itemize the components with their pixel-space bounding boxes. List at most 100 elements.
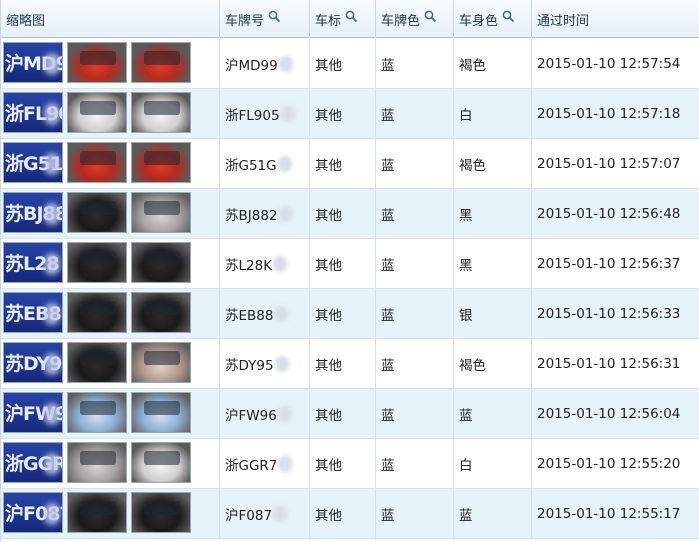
brand-cell: 其他	[310, 489, 376, 539]
vehicle-brand: 其他	[315, 58, 342, 74]
vehicle-thumbnail-full[interactable]	[131, 492, 191, 533]
plate-color: 蓝	[381, 358, 395, 374]
vehicle-thumbnail-front[interactable]	[67, 442, 127, 483]
table-row[interactable]: 沪MD9 沪MD99 其他 蓝 褐色 2015-01-10 12:57:54	[1, 39, 699, 89]
body-color-cell: 黑	[454, 239, 532, 289]
vehicle-thumbnail-front[interactable]	[67, 342, 127, 383]
col-header-body-color-label: 车身色	[459, 13, 499, 29]
pass-time-cell: 2015-01-10 12:56:31	[532, 339, 699, 389]
privacy-blur	[277, 406, 292, 422]
vehicle-thumbnail-front[interactable]	[67, 242, 127, 283]
col-header-brand-label: 车标	[315, 13, 342, 29]
vehicle-thumbnail-full[interactable]	[131, 442, 191, 483]
body-color: 蓝	[459, 508, 473, 524]
col-header-plate-color[interactable]: 车牌色	[376, 0, 454, 38]
vehicle-thumbnail-full[interactable]	[131, 342, 191, 383]
thumbnail-cell: 沪FW9	[1, 389, 220, 439]
plate-thumbnail[interactable]: 苏L28	[3, 242, 63, 283]
table-row[interactable]: 沪FW9 沪FW96 其他 蓝 蓝 2015-01-10 12:56:04	[1, 389, 699, 439]
thumbnail-cell: 苏EB88	[1, 289, 220, 339]
vehicle-thumbnail-front[interactable]	[67, 92, 127, 133]
vehicle-thumbnail-front[interactable]	[67, 492, 127, 533]
plate-cell: 沪MD99	[220, 39, 310, 89]
col-header-plate[interactable]: 车牌号	[220, 0, 310, 38]
brand-cell: 其他	[310, 89, 376, 139]
privacy-blur	[274, 356, 289, 372]
vehicle-thumbnail-full[interactable]	[131, 142, 191, 183]
plate-thumbnail[interactable]: 苏DY9	[3, 342, 63, 383]
col-header-body-color[interactable]: 车身色	[454, 0, 532, 38]
vehicle-thumbnail-front[interactable]	[67, 142, 127, 183]
thumbnail-cell: 苏DY9	[1, 339, 220, 389]
plate-number: 沪FW96	[225, 408, 277, 424]
vehicle-thumbnail-full[interactable]	[131, 242, 191, 283]
vehicle-thumbnail-full[interactable]	[131, 392, 191, 433]
magnifier-icon[interactable]	[502, 10, 515, 23]
plate-thumbnail[interactable]: 沪F087	[3, 492, 63, 533]
body-color: 白	[459, 108, 473, 124]
table-row[interactable]: 浙G51 浙G51G 其他 蓝 褐色 2015-01-10 12:57:07	[1, 139, 699, 189]
body-color-cell: 白	[454, 439, 532, 489]
vehicle-thumbnail-front[interactable]	[67, 42, 127, 83]
col-header-brand[interactable]: 车标	[310, 0, 376, 38]
col-header-pass-time[interactable]: 通过时间	[532, 0, 699, 38]
plate-thumbnail[interactable]: 浙FL90	[3, 92, 63, 133]
vehicle-thumbnail-full[interactable]	[131, 292, 191, 333]
table-row[interactable]: 苏BJ88 苏BJ882 其他 蓝 黑 2015-01-10 12:56:48	[1, 189, 699, 239]
vehicle-brand: 其他	[315, 408, 342, 424]
table-row[interactable]: 浙GGR 浙GGR7 其他 蓝 白 2015-01-10 12:55:20	[1, 439, 699, 489]
body-color: 褐色	[459, 58, 486, 74]
body-color: 白	[459, 458, 473, 474]
vehicle-thumbnail-front[interactable]	[67, 392, 127, 433]
plate-thumbnail[interactable]: 苏BJ88	[3, 192, 63, 233]
vehicle-thumbnail-full[interactable]	[131, 42, 191, 83]
pass-time-cell: 2015-01-10 12:56:04	[532, 389, 699, 439]
vehicle-thumbnail-full[interactable]	[131, 92, 191, 133]
pass-time-cell: 2015-01-10 12:57:18	[532, 89, 699, 139]
pass-time: 2015-01-10 12:56:37	[537, 256, 681, 272]
body-color-cell: 褐色	[454, 139, 532, 189]
col-header-thumbnail[interactable]: 缩略图	[1, 0, 220, 38]
vehicle-thumbnail-front[interactable]	[67, 292, 127, 333]
privacy-blur	[278, 56, 293, 72]
plate-color: 蓝	[381, 108, 395, 124]
vehicle-thumbnail-front[interactable]	[67, 192, 127, 233]
plate-thumbnail[interactable]: 苏EB88	[3, 292, 63, 333]
plate-color-cell: 蓝	[376, 39, 454, 89]
table-row[interactable]: 苏DY9 苏DY95 其他 蓝 褐色 2015-01-10 12:56:31	[1, 339, 699, 389]
privacy-blur	[44, 353, 60, 375]
brand-cell: 其他	[310, 139, 376, 189]
vehicle-pass-grid: 缩略图 车牌号 车标 车牌色 车身色 通过时间 沪MD9 沪MD99 其他 蓝 …	[0, 0, 699, 542]
vehicle-thumbnail-full[interactable]	[131, 192, 191, 233]
pass-time: 2015-01-10 12:57:54	[537, 56, 681, 72]
plate-number: 浙FL905	[225, 108, 280, 124]
magnifier-icon[interactable]	[268, 10, 281, 23]
magnifier-icon[interactable]	[424, 10, 437, 23]
plate-number: 沪MD99	[225, 58, 278, 74]
plate-thumbnail[interactable]: 浙GGR	[3, 442, 63, 483]
plate-thumbnail[interactable]: 沪FW9	[3, 392, 63, 433]
plate-number: 苏EB88	[225, 308, 274, 324]
plate-cell: 苏EB88	[220, 289, 310, 339]
pass-time-cell: 2015-01-10 12:56:33	[532, 289, 699, 339]
plate-color: 蓝	[381, 308, 395, 324]
table-row[interactable]: 浙FL90 浙FL905 其他 蓝 白 2015-01-10 12:57:18	[1, 89, 699, 139]
privacy-blur	[274, 306, 289, 322]
plate-number: 浙G51G	[225, 158, 277, 174]
table-row[interactable]: 沪F087 沪F087 其他 蓝 蓝 2015-01-10 12:55:17	[1, 489, 699, 539]
col-header-plate-label: 车牌号	[225, 13, 265, 29]
plate-thumbnail[interactable]: 沪MD9	[3, 42, 63, 83]
brand-cell: 其他	[310, 439, 376, 489]
plate-color: 蓝	[381, 408, 395, 424]
privacy-blur	[273, 506, 288, 522]
vehicle-brand: 其他	[315, 358, 342, 374]
plate-cell: 沪FW96	[220, 389, 310, 439]
plate-cell: 浙FL905	[220, 89, 310, 139]
privacy-blur	[278, 206, 293, 222]
table-row[interactable]: 苏EB88 苏EB88 其他 蓝 银 2015-01-10 12:56:33	[1, 289, 699, 339]
table-row[interactable]: 苏L28 苏L28K 其他 蓝 黑 2015-01-10 12:56:37	[1, 239, 699, 289]
body-color: 黑	[459, 208, 473, 224]
magnifier-icon[interactable]	[345, 10, 358, 23]
plate-color-cell: 蓝	[376, 189, 454, 239]
plate-thumbnail[interactable]: 浙G51	[3, 142, 63, 183]
